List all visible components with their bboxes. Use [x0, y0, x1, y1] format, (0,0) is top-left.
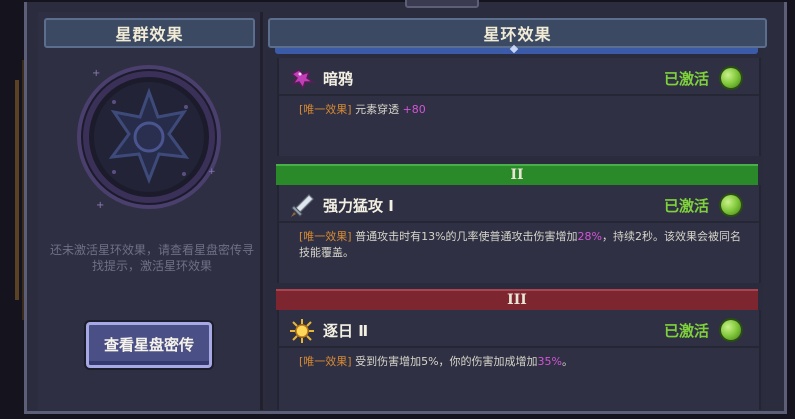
effect-name: 逐日 Ⅱ — [323, 322, 369, 340]
star-ring-panel-title: 星环效果 — [268, 18, 767, 48]
empty-effect-hint: 还未激活星环效果，请查看星盘密传寻找提示，激活星环效果 — [49, 243, 254, 273]
desc-text: 普通攻击时有13%的几率使普通攻击伤害增加 — [351, 230, 578, 243]
card-separator — [279, 346, 759, 348]
desc-text-post: 。 — [562, 355, 573, 368]
unique-effect-tag: [唯一效果] — [299, 103, 352, 116]
card-separator — [279, 221, 759, 223]
effect-status: 已激活 — [663, 197, 709, 215]
scroll-top-marker[interactable] — [275, 48, 758, 54]
active-orb-icon — [721, 68, 741, 88]
sun-icon — [290, 319, 314, 343]
tier-header-2: II — [276, 164, 758, 185]
raven-icon — [290, 69, 315, 90]
desc-highlight: 35% — [537, 355, 562, 368]
window-top-tab — [405, 0, 479, 8]
desc-highlight: +80 — [402, 103, 426, 116]
constellation-panel-title: 星群效果 — [44, 18, 255, 48]
svg-text:+: + — [92, 68, 100, 79]
effect-name: 强力猛攻 Ⅰ — [323, 197, 394, 215]
effect-card-chase-sun: 逐日 Ⅱ 已激活 [唯一效果] 受到伤害增加5%，你的伤害加成增加35%。 — [277, 310, 761, 410]
active-orb-icon — [721, 320, 741, 340]
svg-text:+: + — [96, 200, 104, 211]
effect-card-power-strike: 强力猛攻 Ⅰ 已激活 [唯一效果] 普通攻击时有13%的几率使普通攻击伤害增加2… — [277, 185, 761, 283]
svg-text:+: + — [208, 167, 216, 177]
desc-text: 受到伤害增加5%，你的伤害加成增加 — [351, 355, 538, 368]
panel-divider — [260, 12, 263, 410]
unique-effect-tag: [唯一效果] — [299, 230, 352, 243]
effect-description: [唯一效果] 受到伤害增加5%，你的伤害加成增加35%。 — [299, 354, 749, 370]
desc-highlight: 28% — [577, 230, 602, 243]
view-star-disk-lore-button[interactable]: 查看星盘密传 — [86, 322, 212, 368]
left-edge-decoration — [0, 60, 25, 320]
unique-effect-tag: [唯一效果] — [299, 355, 352, 368]
effect-status: 已激活 — [663, 322, 709, 340]
desc-text: 元素穿透 — [351, 103, 403, 116]
star-disk-icon: + + + — [77, 65, 221, 211]
sword-icon — [291, 194, 314, 217]
effect-status: 已激活 — [663, 70, 709, 88]
active-orb-icon — [721, 195, 741, 215]
tier-header-3: III — [276, 289, 758, 310]
effect-name: 暗鸦 — [323, 70, 354, 88]
effect-description: [唯一效果] 普通攻击时有13%的几率使普通攻击伤害增加28%，持续2秒。该效果… — [299, 229, 749, 261]
effect-card-raven: 暗鸦 已激活 [唯一效果] 元素穿透 +80 — [277, 58, 761, 156]
card-separator — [279, 94, 759, 96]
effect-description: [唯一效果] 元素穿透 +80 — [299, 102, 749, 118]
